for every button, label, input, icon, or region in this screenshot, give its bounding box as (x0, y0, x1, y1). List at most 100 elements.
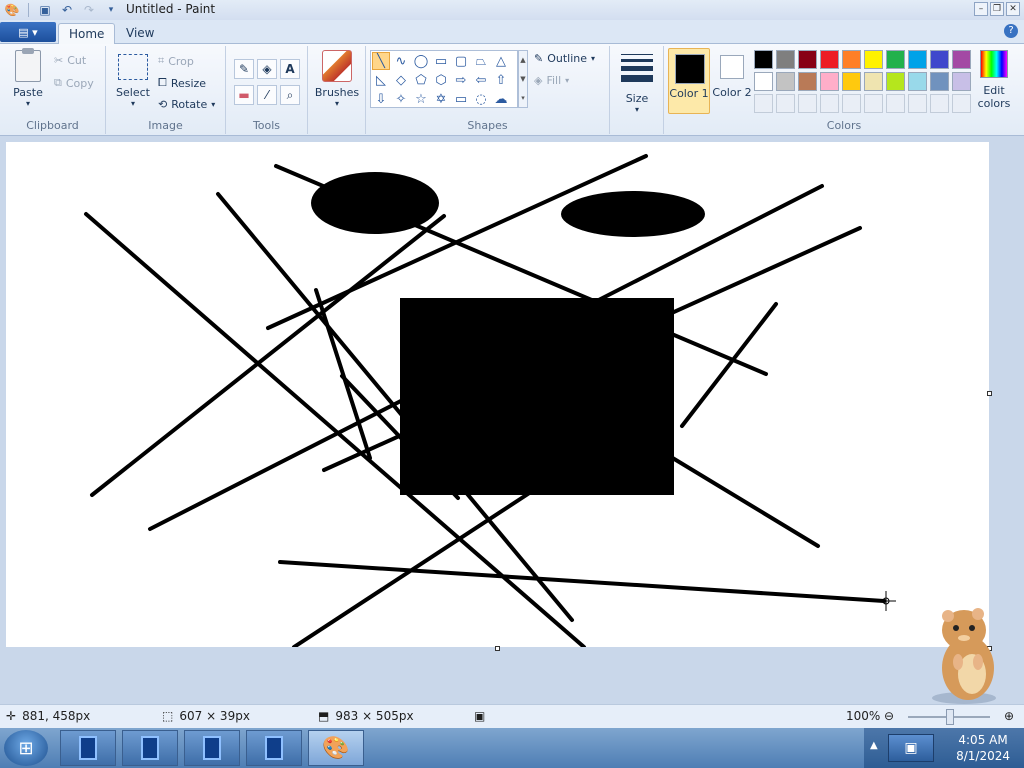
help-icon[interactable]: ? (1004, 24, 1018, 38)
paste-button[interactable]: Paste ▾ (8, 48, 48, 108)
taskbar-app-4[interactable] (246, 730, 302, 766)
custom-swatch-empty[interactable] (908, 94, 927, 113)
palette-swatch[interactable] (842, 72, 861, 91)
right-arrow-shape-icon[interactable]: ⇨ (452, 71, 470, 89)
polygon-shape-icon[interactable]: ⏢ (472, 52, 490, 70)
rounded-callout-shape-icon[interactable]: ▭ (452, 90, 470, 108)
left-arrow-shape-icon[interactable]: ⇦ (472, 71, 490, 89)
clock[interactable]: 4:05 AM 8/1/2024 (956, 732, 1010, 764)
diamond-shape-icon[interactable]: ◇ (392, 71, 410, 89)
tray-expand-icon[interactable]: ▲ (870, 740, 878, 751)
paint-app-icon[interactable]: 🎨 (4, 2, 20, 18)
six-point-star-shape-icon[interactable]: ✡ (432, 90, 450, 108)
zoom-out-icon[interactable]: ⊖ (884, 709, 894, 723)
palette-swatch[interactable] (930, 72, 949, 91)
minimize-icon[interactable]: – (974, 2, 988, 16)
palette-swatch[interactable] (776, 50, 795, 69)
palette-swatch[interactable] (886, 72, 905, 91)
custom-swatch-empty[interactable] (842, 94, 861, 113)
crop-button[interactable]: ⌗ Crop (158, 54, 194, 68)
shapes-scroll[interactable]: ▲ ▼ ▾ (518, 50, 528, 108)
tray-app-icon[interactable]: ▣ (888, 734, 934, 762)
tab-home[interactable]: Home (58, 23, 116, 44)
cloud-callout-shape-icon[interactable]: ☁ (492, 90, 510, 108)
custom-swatch-empty[interactable] (886, 94, 905, 113)
custom-swatch-empty[interactable] (798, 94, 817, 113)
taskbar-paint[interactable]: 🎨 (308, 730, 364, 766)
pencil-icon[interactable]: ✎ (234, 59, 254, 79)
copy-button[interactable]: ⧉ Copy (54, 76, 94, 90)
triangle-shape-icon[interactable]: △ (492, 52, 510, 70)
save-icon[interactable]: ▣ (37, 2, 53, 18)
palette-swatch[interactable] (776, 72, 795, 91)
paint-menu-button[interactable]: ▤ ▾ (0, 22, 56, 42)
palette-swatch[interactable] (820, 72, 839, 91)
palette-swatch[interactable] (842, 50, 861, 69)
taskbar-app-2[interactable] (122, 730, 178, 766)
resize-button[interactable]: ⧠ Resize (158, 76, 206, 90)
rounded-rectangle-shape-icon[interactable]: ▢ (452, 52, 470, 70)
close-icon[interactable]: ✕ (1006, 2, 1020, 16)
pentagon-shape-icon[interactable]: ⬠ (412, 71, 430, 89)
ribbon-tabs: ▤ ▾ Home View ? (0, 20, 1024, 44)
zoom-slider-thumb[interactable] (946, 709, 954, 725)
magnifier-icon[interactable]: ⌕ (280, 85, 300, 105)
curve-shape-icon[interactable]: ∿ (392, 52, 410, 70)
color2-button[interactable]: Color 2 (712, 48, 752, 114)
palette-swatch[interactable] (820, 50, 839, 69)
custom-swatch-empty[interactable] (776, 94, 795, 113)
undo-icon[interactable]: ↶ (59, 2, 75, 18)
size-button[interactable]: Size ▾ (616, 50, 658, 114)
drawing-canvas[interactable] (6, 142, 989, 649)
color1-button[interactable]: Color 1 (668, 48, 710, 114)
resize-handle-right[interactable] (987, 391, 992, 396)
text-tool-icon[interactable]: A (280, 59, 300, 79)
color-picker-icon[interactable]: ⁄ (257, 85, 277, 105)
restore-icon[interactable]: ❐ (990, 2, 1004, 16)
start-button[interactable]: ⊞ (4, 730, 48, 766)
taskbar-app-1[interactable] (60, 730, 116, 766)
custom-swatch-empty[interactable] (864, 94, 883, 113)
custom-swatch-empty[interactable] (930, 94, 949, 113)
redo-icon[interactable]: ↷ (81, 2, 97, 18)
select-button[interactable]: Select ▾ (114, 54, 152, 108)
tab-view[interactable]: View (116, 23, 164, 44)
palette-swatch[interactable] (886, 50, 905, 69)
line-shape-icon[interactable]: ╲ (372, 52, 390, 70)
custom-swatch-empty[interactable] (754, 94, 773, 113)
palette-swatch[interactable] (952, 72, 971, 91)
palette-swatch[interactable] (864, 50, 883, 69)
customize-qat-icon[interactable]: ▾ (103, 2, 119, 18)
outline-button[interactable]: ✎ Outline ▾ (534, 52, 595, 65)
eraser-icon[interactable]: ▬ (234, 85, 254, 105)
rectangle-shape-icon[interactable]: ▭ (432, 52, 450, 70)
resize-handle-bottom[interactable] (495, 646, 500, 651)
fill-bucket-icon[interactable]: ◈ (257, 59, 277, 79)
four-point-star-shape-icon[interactable]: ✧ (392, 90, 410, 108)
palette-swatch[interactable] (908, 50, 927, 69)
palette-swatch[interactable] (908, 72, 927, 91)
zoom-in-icon[interactable]: ⊕ (1004, 709, 1014, 723)
hexagon-shape-icon[interactable]: ⬡ (432, 71, 450, 89)
palette-swatch[interactable] (952, 50, 971, 69)
custom-swatch-empty[interactable] (952, 94, 971, 113)
custom-swatch-empty[interactable] (820, 94, 839, 113)
cut-button[interactable]: ✂ Cut (54, 54, 86, 67)
palette-swatch[interactable] (798, 72, 817, 91)
up-arrow-shape-icon[interactable]: ⇧ (492, 71, 510, 89)
brushes-button[interactable]: Brushes ▾ (314, 50, 360, 108)
five-point-star-shape-icon[interactable]: ☆ (412, 90, 430, 108)
taskbar-app-3[interactable] (184, 730, 240, 766)
palette-swatch[interactable] (754, 72, 773, 91)
palette-swatch[interactable] (930, 50, 949, 69)
right-triangle-shape-icon[interactable]: ◺ (372, 71, 390, 89)
edit-colors-button[interactable]: Edit colors (976, 48, 1012, 114)
rotate-button[interactable]: ⟲ Rotate ▾ (158, 98, 215, 111)
oval-shape-icon[interactable]: ◯ (412, 52, 430, 70)
palette-swatch[interactable] (754, 50, 773, 69)
oval-callout-shape-icon[interactable]: ◌ (472, 90, 490, 108)
fill-button[interactable]: ◈ Fill ▾ (534, 74, 569, 87)
down-arrow-shape-icon[interactable]: ⇩ (372, 90, 390, 108)
palette-swatch[interactable] (798, 50, 817, 69)
palette-swatch[interactable] (864, 72, 883, 91)
